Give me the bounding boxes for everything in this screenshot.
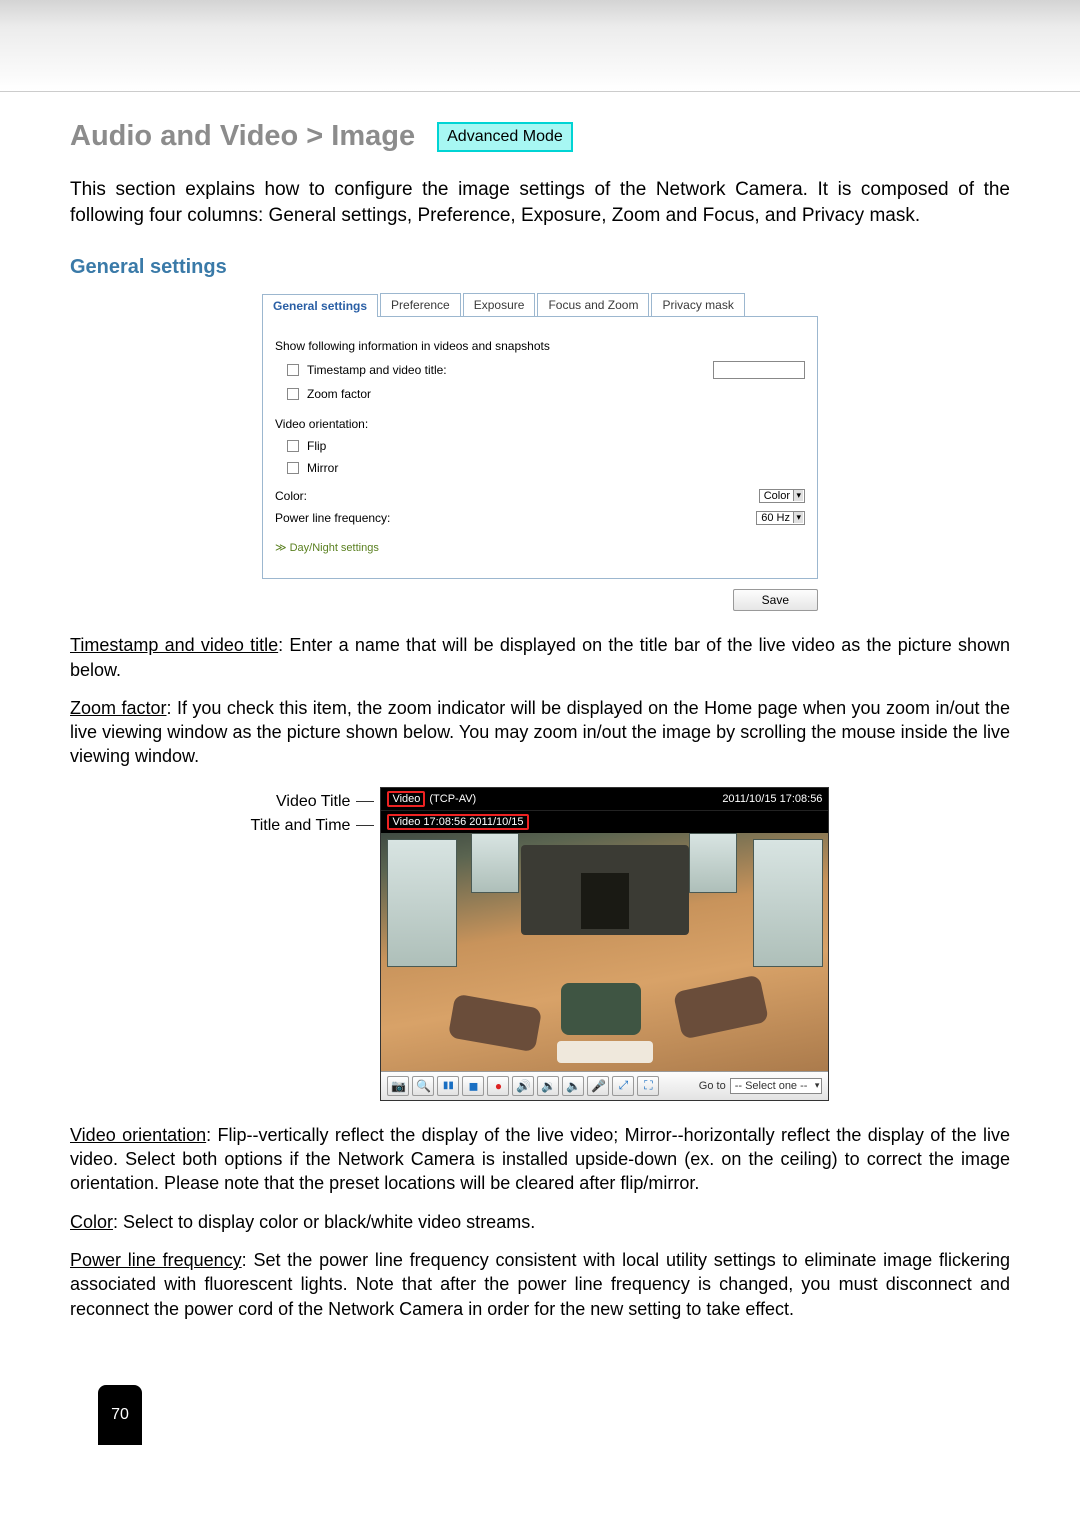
- snapshot-button[interactable]: 📷: [387, 1076, 409, 1096]
- checkbox-zoom-factor[interactable]: [287, 388, 299, 400]
- intro-paragraph: This section explains how to configure t…: [70, 177, 1010, 228]
- term-timestamp: Timestamp and video title: [70, 635, 278, 655]
- fullscreen-button[interactable]: ⛶: [637, 1076, 659, 1096]
- term-zoom: Zoom factor: [70, 698, 166, 718]
- osd-text-box: Video 17:08:56 2011/10/15: [387, 814, 528, 830]
- checkbox-timestamp[interactable]: [287, 364, 299, 376]
- callout-video-title: Video Title: [276, 793, 350, 811]
- settings-panel: General settings Preference Exposure Foc…: [262, 293, 818, 611]
- tab-focus-zoom[interactable]: Focus and Zoom: [537, 293, 649, 316]
- color-label: Color:: [275, 489, 535, 503]
- flip-label: Flip: [307, 439, 326, 453]
- record-button[interactable]: ●: [487, 1076, 509, 1096]
- save-button[interactable]: Save: [733, 589, 818, 611]
- page-number-badge: 70: [98, 1385, 142, 1445]
- video-title-input[interactable]: [713, 361, 805, 379]
- goto-select[interactable]: -- Select one --: [730, 1078, 823, 1094]
- zoom-button[interactable]: 🔍: [412, 1076, 434, 1096]
- player-toolbar: 📷 🔍 ▮▮ ◼ ● 🔊 🔉 🔈 🎤 ⤢ ⛶ Go to -- Select o…: [381, 1071, 828, 1100]
- tab-preference[interactable]: Preference: [380, 293, 461, 316]
- color-select[interactable]: Color: [759, 489, 805, 503]
- player-osdbar: Video 17:08:56 2011/10/15: [381, 810, 828, 833]
- title-row: Audio and Video > Image Advanced Mode: [70, 120, 1010, 153]
- term-powerline: Power line frequency: [70, 1250, 242, 1270]
- checkbox-flip[interactable]: [287, 440, 299, 452]
- connector-line: [356, 801, 374, 802]
- powerline-select[interactable]: 60 Hz: [756, 511, 805, 525]
- mode-badge: Advanced Mode: [437, 122, 573, 152]
- para-zoom: Zoom factor: If you check this item, the…: [70, 696, 1010, 769]
- tab-general-settings[interactable]: General settings: [262, 294, 378, 317]
- zoom-factor-label: Zoom factor: [307, 387, 371, 401]
- player-viewport: [381, 833, 828, 1071]
- daynight-disclose[interactable]: ≫ Day/Night settings: [275, 541, 379, 554]
- para-timestamp: Timestamp and video title: Enter a name …: [70, 633, 1010, 682]
- video-player: Video (TCP-AV) 2011/10/15 17:08:56 Video…: [380, 787, 829, 1101]
- speaker-button[interactable]: 🔈: [562, 1076, 584, 1096]
- para-color: Color: Select to display color or black/…: [70, 1210, 1010, 1234]
- extra-button-1[interactable]: ⤢: [612, 1076, 634, 1096]
- tab-exposure[interactable]: Exposure: [463, 293, 536, 316]
- stop-button[interactable]: ◼: [462, 1076, 484, 1096]
- titlebar-protocol: (TCP-AV): [429, 793, 476, 805]
- checkbox-mirror[interactable]: [287, 462, 299, 474]
- term-orientation: Video orientation: [70, 1125, 206, 1145]
- powerline-label: Power line frequency:: [275, 511, 535, 525]
- para-orientation: Video orientation: Flip--vertically refl…: [70, 1123, 1010, 1196]
- page-title: Audio and Video > Image: [70, 120, 415, 153]
- tab-privacy-mask[interactable]: Privacy mask: [651, 293, 744, 316]
- para-powerline: Power line frequency: Set the power line…: [70, 1248, 1010, 1321]
- mic-button[interactable]: 🎤: [587, 1076, 609, 1096]
- header-gradient: [0, 0, 1080, 92]
- goto-label: Go to: [699, 1080, 726, 1092]
- timestamp-label: Timestamp and video title:: [307, 363, 447, 377]
- callout-title-time: Title and Time: [251, 817, 351, 835]
- volume-down-button[interactable]: 🔉: [537, 1076, 559, 1096]
- term-color: Color: [70, 1212, 113, 1232]
- titlebar-timestamp: 2011/10/15 17:08:56: [722, 793, 822, 805]
- video-figure: Video Title Title and Time Video (TCP-AV…: [251, 787, 830, 1101]
- volume-up-button[interactable]: 🔊: [512, 1076, 534, 1096]
- show-info-heading: Show following information in videos and…: [275, 339, 805, 353]
- connector-line: [356, 825, 374, 826]
- section-heading-general: General settings: [70, 256, 1010, 279]
- player-titlebar: Video (TCP-AV) 2011/10/15 17:08:56: [381, 788, 828, 810]
- pause-button[interactable]: ▮▮: [437, 1076, 459, 1096]
- tab-row: General settings Preference Exposure Foc…: [262, 293, 818, 317]
- video-orientation-heading: Video orientation:: [275, 417, 805, 431]
- titlebar-video-box: Video: [387, 791, 425, 807]
- mirror-label: Mirror: [307, 461, 338, 475]
